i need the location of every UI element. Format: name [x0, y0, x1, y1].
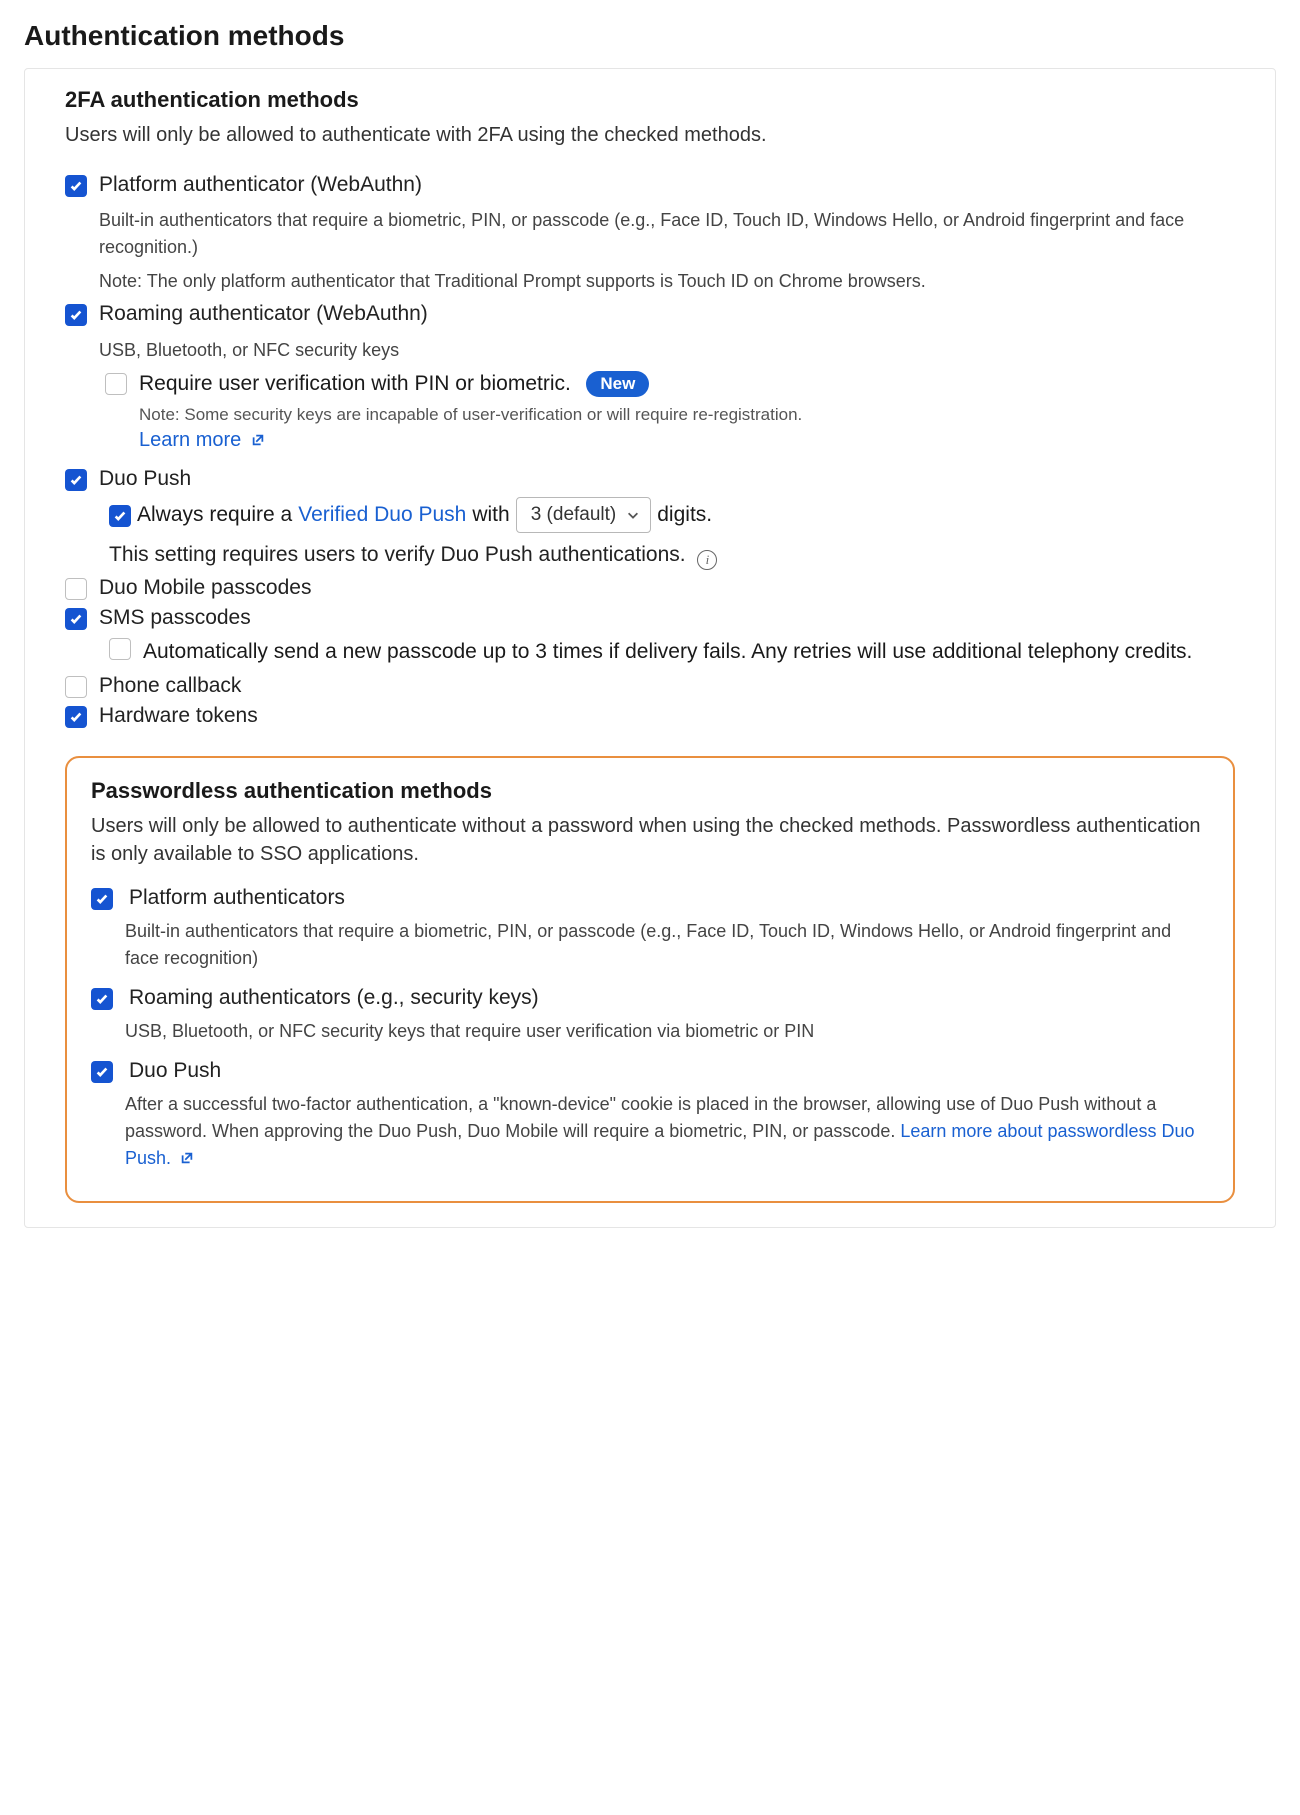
check-icon — [69, 308, 83, 322]
pw-roaming-label: Roaming authenticators (e.g., security k… — [129, 986, 539, 1010]
sms-auto-retry-label: Automatically send a new passcode up to … — [143, 636, 1192, 668]
verified-push-mid: with — [472, 503, 509, 527]
verified-push-row: Always require a Verified Duo Push with … — [109, 497, 1235, 533]
roaming-learn-more-link[interactable]: Learn more — [139, 429, 265, 451]
require-verification-row: Require user verification with PIN or bi… — [105, 371, 1235, 397]
phone-callback-row: Phone callback — [65, 674, 1235, 698]
pw-roaming-checkbox[interactable] — [91, 988, 113, 1010]
platform-authenticator-desc: Built-in authenticators that require a b… — [99, 207, 1235, 261]
check-icon — [69, 179, 83, 193]
require-verification-checkbox[interactable] — [105, 373, 127, 395]
sms-auto-retry-checkbox[interactable] — [109, 638, 131, 660]
platform-authenticator-label: Platform authenticator (WebAuthn) — [99, 173, 422, 197]
pw-roaming-desc: USB, Bluetooth, or NFC security keys tha… — [125, 1018, 1209, 1045]
sms-checkbox[interactable] — [65, 608, 87, 630]
check-icon — [69, 612, 83, 626]
digits-select-value: 3 (default) — [531, 504, 617, 526]
duo-mobile-label: Duo Mobile passcodes — [99, 576, 311, 600]
pw-duo-push-checkbox[interactable] — [91, 1061, 113, 1083]
digits-select[interactable]: 3 (default) — [516, 497, 652, 533]
phone-callback-label: Phone callback — [99, 674, 241, 698]
verified-push-suffix: digits. — [657, 503, 712, 527]
link-label: Learn more — [139, 429, 241, 451]
verified-push-prefix: Always require a — [137, 503, 292, 527]
verified-push-checkbox[interactable] — [109, 505, 131, 527]
pw-duo-push-row: Duo Push — [91, 1059, 1209, 1083]
passwordless-section-title: Passwordless authentication methods — [91, 778, 1209, 804]
pw-duo-push-label: Duo Push — [129, 1059, 221, 1083]
platform-authenticator-checkbox[interactable] — [65, 175, 87, 197]
passwordless-panel: Passwordless authentication methods User… — [65, 756, 1235, 1203]
chevron-down-icon — [626, 508, 640, 522]
page-title: Authentication methods — [24, 20, 1276, 52]
phone-callback-checkbox[interactable] — [65, 676, 87, 698]
new-badge: New — [586, 371, 649, 397]
check-icon — [95, 892, 109, 906]
pw-platform-checkbox[interactable] — [91, 888, 113, 910]
verified-push-requires: This setting requires users to verify Du… — [109, 543, 1235, 570]
external-link-icon — [251, 430, 265, 453]
sms-auto-retry-row: Automatically send a new passcode up to … — [109, 636, 1235, 668]
hardware-tokens-checkbox[interactable] — [65, 706, 87, 728]
platform-authenticator-row: Platform authenticator (WebAuthn) — [65, 173, 1235, 197]
hardware-tokens-label: Hardware tokens — [99, 704, 258, 728]
pw-platform-label: Platform authenticators — [129, 886, 345, 910]
info-icon[interactable]: i — [697, 550, 717, 570]
roaming-authenticator-checkbox[interactable] — [65, 304, 87, 326]
check-icon — [95, 1065, 109, 1079]
check-icon — [69, 710, 83, 724]
pw-platform-row: Platform authenticators — [91, 886, 1209, 910]
pw-platform-desc: Built-in authenticators that require a b… — [125, 918, 1209, 972]
auth-methods-panel: 2FA authentication methods Users will on… — [24, 68, 1276, 1228]
require-verification-label: Require user verification with PIN or bi… — [139, 372, 571, 395]
duo-push-checkbox[interactable] — [65, 469, 87, 491]
require-verification-note: Note: Some security keys are incapable o… — [139, 405, 1235, 425]
hardware-tokens-row: Hardware tokens — [65, 704, 1235, 728]
check-icon — [69, 473, 83, 487]
platform-authenticator-note: Note: The only platform authenticator th… — [99, 271, 1235, 292]
roaming-authenticator-desc: USB, Bluetooth, or NFC security keys — [99, 340, 1235, 361]
duo-push-label: Duo Push — [99, 467, 191, 491]
passwordless-section-desc: Users will only be allowed to authentica… — [91, 812, 1209, 868]
duo-mobile-row: Duo Mobile passcodes — [65, 576, 1235, 600]
external-link-icon — [180, 1146, 194, 1173]
sms-label: SMS passcodes — [99, 606, 251, 630]
roaming-authenticator-row: Roaming authenticator (WebAuthn) — [65, 302, 1235, 326]
roaming-authenticator-label: Roaming authenticator (WebAuthn) — [99, 302, 428, 326]
verified-duo-push-link[interactable]: Verified Duo Push — [298, 503, 466, 527]
pw-roaming-row: Roaming authenticators (e.g., security k… — [91, 986, 1209, 1010]
pw-duo-push-desc: After a successful two-factor authentica… — [125, 1091, 1209, 1173]
duo-mobile-checkbox[interactable] — [65, 578, 87, 600]
check-icon — [95, 992, 109, 1006]
twofa-section-desc: Users will only be allowed to authentica… — [65, 121, 1235, 149]
duo-push-row: Duo Push — [65, 467, 1235, 491]
check-icon — [113, 509, 127, 523]
twofa-section-title: 2FA authentication methods — [65, 87, 1235, 113]
sms-row: SMS passcodes — [65, 606, 1235, 630]
